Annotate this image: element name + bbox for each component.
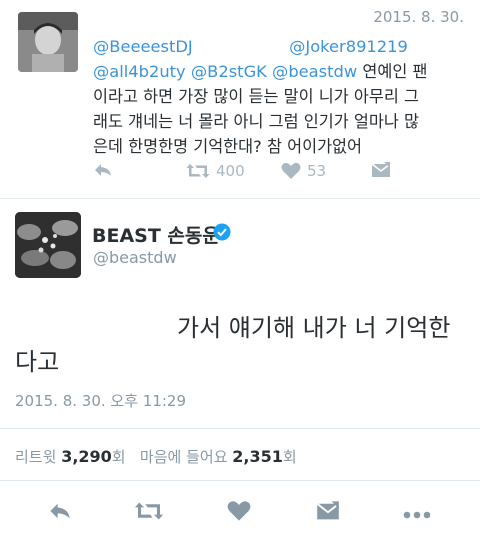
reply-text-line: 은데 한명한명 기억한대? 참 어이가없어 [93, 137, 363, 156]
divider [0, 480, 480, 481]
mention-link[interactable]: @BeeeestDJ [93, 37, 193, 56]
reply-text-line: 래도 걔네는 너 몰라 아니 그럼 인기가 얼마나 많 [93, 112, 420, 131]
reply-like-button[interactable]: 53 [281, 162, 326, 180]
count-unit: 회 [111, 448, 126, 466]
reply-button[interactable] [40, 498, 80, 528]
engagement-stats: 리트윗 3,290회 마음에 들어요 2,351회 [15, 446, 297, 467]
mention-link[interactable]: @beastdw [272, 62, 357, 81]
likes-label: 마음에 들어요 [139, 448, 228, 466]
reply-icon [93, 162, 113, 178]
reply-icon [48, 501, 72, 525]
mention-link[interactable]: @B2stGK [191, 62, 267, 81]
count-unit: 회 [282, 448, 297, 466]
reply-text-line: 이라고 하면 가장 많이 듣는 말이 니가 아무리 그 [93, 87, 420, 106]
reply-action-bar: 400 53 [93, 162, 473, 186]
mention-link[interactable]: @Joker891219 [289, 37, 408, 56]
author-name[interactable]: BEAST 손동운 [92, 221, 220, 248]
like-button[interactable] [219, 498, 259, 528]
retweets-count[interactable]: 3,290 [61, 447, 112, 466]
likes-count[interactable]: 2,351 [232, 447, 283, 466]
message-icon [371, 162, 391, 178]
tweet-detail-screen: 2015. 8. 30. @BeeeestDJ @Joker891219 @al… [0, 0, 480, 541]
reply-tweet[interactable]: 2015. 8. 30. @BeeeestDJ @Joker891219 @al… [0, 0, 480, 198]
author-avatar[interactable] [15, 212, 81, 278]
heart-icon [227, 500, 251, 526]
reply-retweet-button[interactable]: 400 [186, 162, 245, 180]
message-icon [316, 501, 340, 525]
reply-message-button[interactable] [371, 162, 391, 178]
reply-like-count: 53 [307, 162, 327, 180]
retweets-label: 리트윗 [15, 448, 57, 466]
retweet-icon [134, 500, 164, 526]
reply-retweet-count: 400 [216, 162, 245, 180]
reply-reply-button[interactable] [93, 162, 113, 178]
more-icon [403, 504, 431, 523]
retweet-button[interactable] [129, 498, 169, 528]
retweet-icon [186, 162, 210, 180]
message-button[interactable] [308, 498, 348, 528]
tweet-text-line: 다고 [15, 348, 60, 376]
tweet-timestamp: 2015. 8. 30. 오후 11:29 [15, 392, 187, 410]
heart-icon [281, 162, 301, 180]
reply-date: 2015. 8. 30. [373, 8, 464, 26]
more-button[interactable] [397, 498, 437, 528]
divider [0, 198, 480, 199]
reply-text: @BeeeestDJ @Joker891219 @all4b2uty @B2st… [93, 34, 468, 159]
divider [0, 428, 480, 429]
reply-avatar[interactable] [18, 12, 78, 72]
reply-text-line: 연예인 팬 [362, 62, 428, 81]
verified-icon [213, 223, 231, 245]
tweet-action-bar [0, 498, 480, 528]
mention-link[interactable]: @all4b2uty [93, 62, 186, 81]
author-handle[interactable]: @beastdw [93, 248, 177, 267]
tweet-text-line: 가서 얘기해 내가 너 기억한 [177, 314, 451, 342]
